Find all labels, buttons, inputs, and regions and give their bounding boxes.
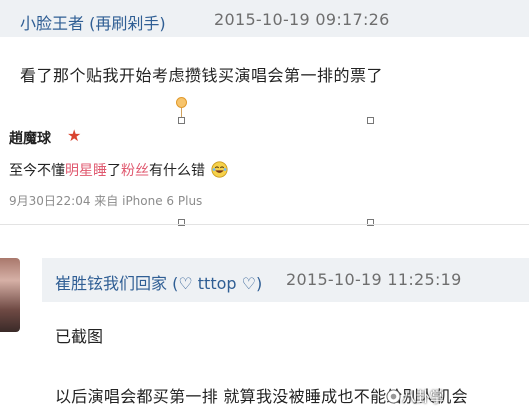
reply-text: 已截图 — [55, 327, 104, 346]
reply-username[interactable]: 崔胜铉我们回家 (♡ tttop ♡) — [55, 270, 262, 294]
laughing-crying-emoji-icon — [211, 161, 229, 178]
reply-username[interactable]: 小脸王者 (再刷剁手) — [20, 10, 166, 34]
highlight-keyword[interactable]: 明星睡 — [65, 163, 107, 179]
reply-header: 崔胜铉我们回家 (♡ tttop ♡) 2015-10-19 11:25:19 — [42, 258, 529, 302]
resize-handle-top[interactable] — [178, 117, 185, 124]
avatar[interactable] — [0, 258, 20, 332]
reply-text: 看了那个贴我开始考虑攒钱买演唱会第一排的票了 — [20, 66, 384, 85]
reply-header: 小脸王者 (再刷剁手) 2015-10-19 09:17:26 — [0, 0, 529, 37]
star-icon: ★ — [67, 126, 82, 145]
rotate-handle-icon[interactable] — [176, 97, 187, 108]
divider — [0, 224, 529, 225]
highlight-keyword[interactable]: 粉丝 — [121, 163, 149, 179]
embedded-post-meta: 9月30日22:04 来自 iPhone 6 Plus — [9, 194, 203, 208]
watermark-logo-icon — [386, 389, 401, 404]
watermark-text: 八卦掌 — [402, 390, 444, 406]
reply-timestamp: 2015-10-19 09:17:26 — [214, 10, 390, 29]
resize-handle-top-right[interactable] — [367, 117, 374, 124]
embedded-username[interactable]: 趙魔球 — [9, 128, 51, 148]
reply-timestamp: 2015-10-19 11:25:19 — [286, 270, 462, 289]
embedded-post-text: 至今不懂明星睡了粉丝有什么错 — [9, 160, 229, 180]
